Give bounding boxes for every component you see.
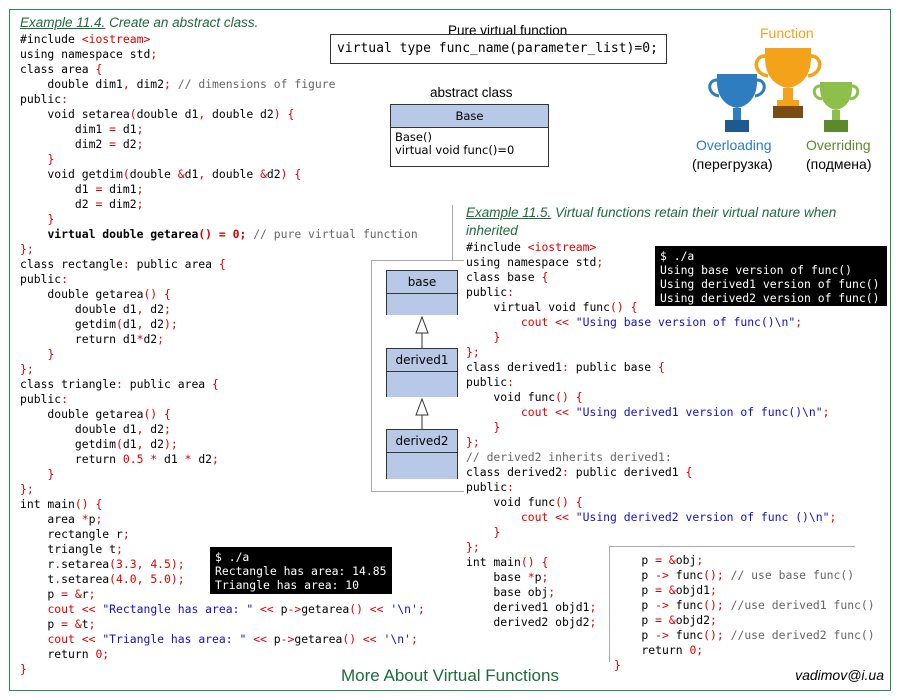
terminal-line: $ ./a [215,550,250,564]
class-base: base [386,270,458,315]
overriding-ru-label: (подмена) [806,156,872,172]
abstract-class-diagram: Base Base() virtual void func()=0 [390,104,549,167]
overloading-trophy-icon [708,74,766,132]
overloading-label: Overloading [696,137,772,153]
overloading-ru-label: (перегрузка) [692,156,773,172]
terminal-line: Using derived1 version of func() [660,277,880,291]
pure-virtual-syntax-box: virtual type func_name(parameter_list)=0… [330,34,667,64]
inheritance-arrow-2 [415,397,429,429]
inheritance-arrow-1 [415,315,429,349]
example-11-4-title: Example 11.4. Create an abstract class. [20,15,259,30]
overriding-label: Overriding [806,137,871,153]
page-footer-title: More About Virtual Functions [341,666,559,685]
main-continuation-top-border [609,546,855,547]
pure-virtual-code: virtual type func_name(parameter_list)=0… [337,41,658,56]
class-name: Base [391,105,548,128]
function-trophy-icon [754,48,822,118]
main-continuation-left-border [609,546,610,662]
terminal-line: $ ./a [660,249,695,263]
terminal-output-1: $ ./a Rectangle has area: 14.85 Triangle h… [210,547,392,594]
terminal-line: Using base version of func() [660,263,853,277]
abstract-class-label: abstract class [430,85,513,100]
example-11-5-title: Example 11.5. Virtual functions retain t… [466,205,837,238]
code-main-continuation: p = &obj; p -> func(); // use base func(… [614,553,875,672]
class-derived1: derived1 [386,348,458,397]
trophies-graphic [708,48,860,132]
class-member: virtual void func()=0 [395,143,515,157]
terminal-line: Using derived2 version of func() [660,291,880,305]
author-email: vadimov@i.ua [795,667,884,683]
class-base-name: base [387,271,457,294]
class-derived2-name: derived2 [387,430,457,453]
terminal-output-2: $ ./a Using base version of func() Using d… [655,246,887,306]
terminal-line: Rectangle has area: 14.85 [215,564,387,578]
class-derived2: derived2 [386,429,458,479]
overriding-trophy-icon [812,82,860,132]
function-label: Function [760,25,814,41]
hierarchy-frame-edge [452,205,453,260]
terminal-line: Triangle has area: 10 [215,578,360,592]
class-derived1-name: derived1 [387,349,457,372]
